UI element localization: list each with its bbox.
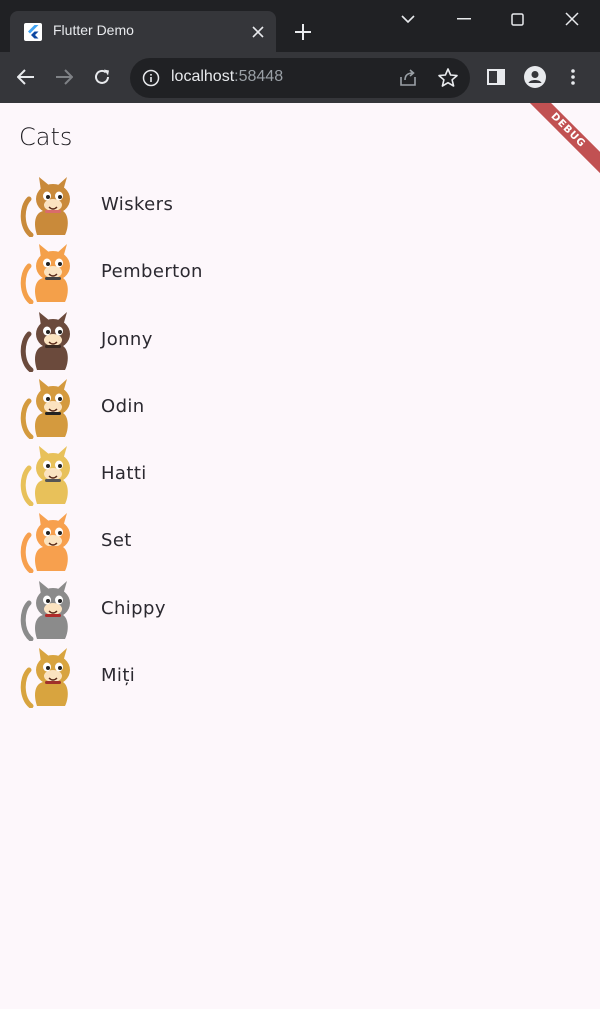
cat-avatar-icon [20, 648, 70, 709]
cat-name: Chippy [101, 597, 166, 619]
app-body: Cats DEBUG Wiskers Pemberton Jonny Odin Hatt… [0, 103, 600, 1009]
cat-avatar-icon [20, 177, 70, 237]
browser-toolbar: localhost:58448 [0, 52, 600, 103]
reload-icon[interactable] [90, 65, 114, 89]
list-item[interactable]: Set [0, 509, 600, 576]
cat-name: Miți [101, 665, 136, 687]
flutter-favicon-icon [24, 23, 42, 41]
cat-avatar-icon [20, 244, 70, 305]
list-item[interactable]: Odin [0, 375, 600, 442]
list-item[interactable]: Chippy [0, 577, 600, 644]
cat-avatar-icon [20, 311, 70, 372]
cat-name: Set [101, 530, 132, 552]
minimize-icon[interactable] [452, 8, 476, 30]
tab-search-chevron-icon[interactable] [396, 8, 420, 30]
tab-close-icon[interactable] [248, 22, 268, 42]
list-item[interactable]: Wiskers [0, 173, 600, 240]
share-icon[interactable] [398, 68, 418, 88]
cat-list: Wiskers Pemberton Jonny Odin Hatti Set Chippy M… [0, 173, 600, 711]
cat-name: Hatti [101, 463, 147, 485]
list-item[interactable]: Jonny [0, 308, 600, 375]
cat-avatar-icon [20, 446, 70, 507]
browser-tab[interactable]: Flutter Demo [10, 11, 276, 52]
debug-banner: DEBUG [520, 103, 600, 179]
cat-name: Pemberton [101, 261, 203, 283]
profile-avatar-icon[interactable] [524, 66, 546, 88]
bookmark-star-icon[interactable] [437, 67, 459, 89]
site-info-icon[interactable] [142, 69, 160, 87]
maximize-icon[interactable] [505, 8, 529, 30]
more-menu-icon[interactable] [562, 66, 584, 88]
close-window-icon[interactable] [560, 8, 584, 30]
cat-avatar-icon [20, 580, 70, 641]
browser-tab-strip: Flutter Demo [0, 0, 600, 52]
cat-avatar-icon [20, 513, 70, 574]
tab-title: Flutter Demo [53, 22, 134, 38]
cat-name: Wiskers [101, 194, 174, 215]
address-bar[interactable]: localhost:58448 [130, 58, 470, 98]
side-panel-icon[interactable] [485, 66, 507, 88]
new-tab-plus-icon[interactable] [292, 21, 314, 43]
list-item[interactable]: Pemberton [0, 240, 600, 307]
forward-arrow-icon[interactable] [52, 65, 76, 89]
cat-name: Odin [101, 395, 145, 417]
cat-avatar-icon [20, 378, 70, 439]
url-text[interactable]: localhost:58448 [171, 68, 283, 86]
list-item[interactable]: Miți [0, 644, 600, 711]
page-title: Cats [19, 123, 73, 151]
list-item[interactable]: Hatti [0, 442, 600, 509]
cat-name: Jonny [101, 328, 153, 350]
back-arrow-icon[interactable] [14, 65, 38, 89]
